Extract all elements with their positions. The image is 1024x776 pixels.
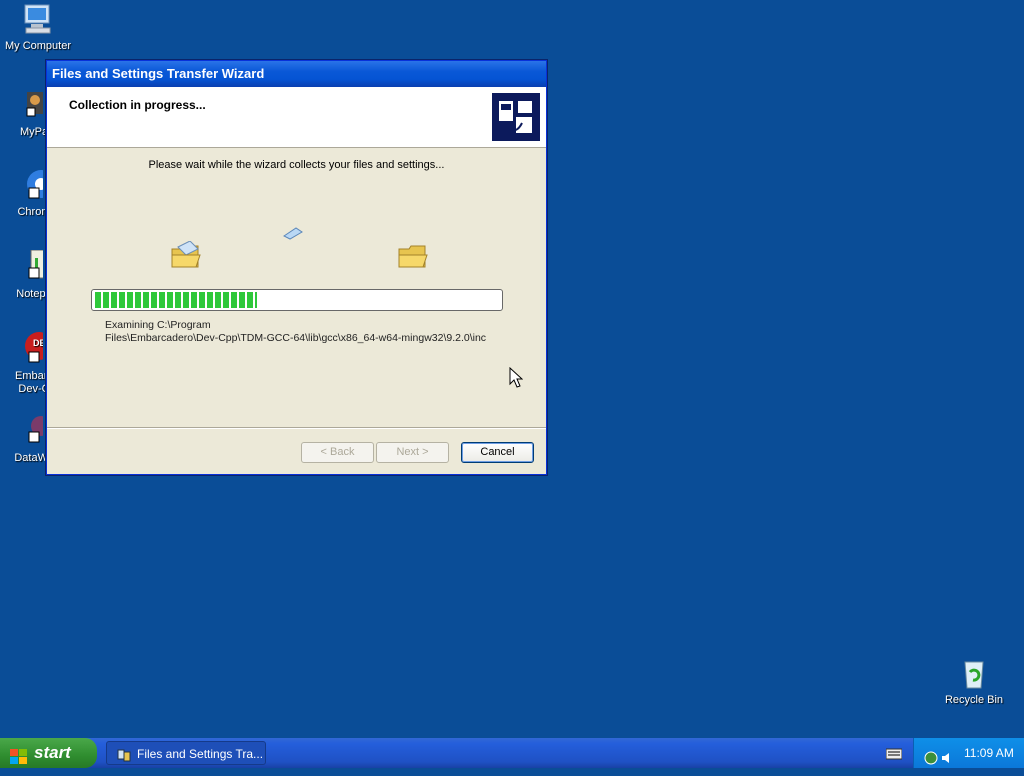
recycle-bin-icon xyxy=(957,656,991,690)
keyboard-icon[interactable] xyxy=(885,747,903,760)
wizard-header: Collection in progress... xyxy=(47,87,546,148)
clock[interactable]: 11:09 AM xyxy=(964,738,1014,768)
next-button[interactable]: Next > xyxy=(376,442,449,463)
taskbar-item-transfer-wizard[interactable]: Files and Settings Tra... xyxy=(106,741,266,765)
taskbar: start Files and Settings Tra... 11:09 AM xyxy=(0,738,1024,768)
transfer-wizard-icon xyxy=(492,93,540,141)
notepad-icon xyxy=(9,249,46,284)
shortcut-app-icon xyxy=(9,88,43,122)
footer-separator xyxy=(47,427,546,429)
computer-icon xyxy=(21,2,55,36)
transfer-wizard-small-icon xyxy=(117,746,131,762)
network-icon[interactable] xyxy=(924,746,938,765)
desktop-icon-recycle-bin[interactable]: Recycle Bin xyxy=(934,656,1014,707)
desktop-icon-label: My Computer xyxy=(4,40,72,52)
system-tray: 11:09 AM xyxy=(913,738,1024,768)
flying-document-icon xyxy=(282,226,304,240)
datawa-icon xyxy=(9,414,51,448)
desktop-icon-label: Recycle Bin xyxy=(944,694,1004,706)
destination-folder-icon xyxy=(397,241,429,269)
back-button[interactable]: < Back xyxy=(301,442,374,463)
svg-text:DEV: DEV xyxy=(33,338,43,348)
start-label: start xyxy=(34,743,71,762)
start-button[interactable]: start xyxy=(0,738,97,768)
desktop-icon-my-computer[interactable]: My Computer xyxy=(0,2,78,53)
mouse-cursor-icon xyxy=(509,366,524,389)
examining-line-1: Examining C:\Program xyxy=(105,319,211,331)
transfer-wizard-window[interactable]: Files and Settings Transfer Wizard Colle… xyxy=(46,60,547,475)
windows-logo-icon xyxy=(10,745,28,764)
progress-bar-fill xyxy=(95,292,257,308)
window-title[interactable]: Files and Settings Transfer Wizard xyxy=(47,61,546,87)
chrome-icon xyxy=(9,168,55,202)
taskbar-item-label: Files and Settings Tra... xyxy=(137,747,264,761)
wait-message: Please wait while the wizard collects yo… xyxy=(148,159,445,171)
header-title: Collection in progress... xyxy=(69,98,206,112)
cancel-button[interactable]: Cancel xyxy=(461,442,534,463)
devcpp-icon: DEV xyxy=(9,332,53,366)
volume-icon[interactable] xyxy=(940,746,954,763)
progress-bar xyxy=(91,289,503,311)
source-folder-icon xyxy=(170,240,202,269)
examining-line-2: Files\Embarcadero\Dev-Cpp\TDM-GCC-64\lib… xyxy=(105,332,487,344)
examining-path: Examining C:\Program Files\Embarcadero\D… xyxy=(105,319,525,345)
